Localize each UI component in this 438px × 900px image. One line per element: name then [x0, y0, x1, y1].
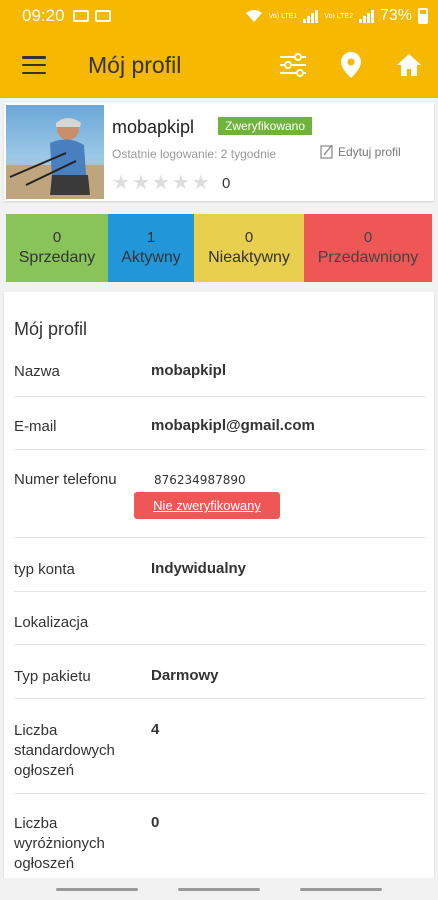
details-heading: Mój profil — [14, 319, 88, 339]
edit-profile-label: Edytuj profil — [338, 144, 401, 159]
edit-profile-button[interactable]: Edytuj profil — [320, 144, 401, 159]
network-1-label: Vo) LTE1 — [268, 12, 298, 20]
detail-value: 4 — [151, 721, 160, 738]
star-icon: ★ — [171, 172, 190, 194]
stat-label: Nieaktywny — [208, 249, 290, 266]
detail-row-standard-ads: Liczba standardowych ogłoszeń 4 — [14, 699, 426, 794]
signal-1-icon — [303, 9, 319, 23]
detail-row-email: E-mail mobapkipl@gmail.com — [14, 397, 426, 450]
stat-count: 0 — [52, 229, 62, 246]
signal-2-icon — [358, 9, 374, 23]
username: mobapkipl — [112, 117, 195, 137]
detail-label: Numer telefonu — [14, 471, 117, 488]
verified-badge: Zweryfikowano — [218, 117, 313, 135]
detail-label: Typ pakietu — [14, 668, 91, 685]
menu-icon[interactable] — [22, 56, 46, 74]
nav-recent-button[interactable] — [56, 888, 138, 891]
home-icon[interactable] — [380, 40, 438, 90]
detail-label: Nazwa — [14, 363, 60, 380]
detail-label: Liczba standardowych ogłoszeń — [14, 722, 115, 779]
gallery-notification-icon — [94, 10, 111, 22]
rating-value: 0 — [222, 175, 231, 192]
stat-label: Przedawniony — [317, 249, 419, 266]
nav-home-button[interactable] — [178, 888, 260, 891]
profile-card: mobapkipl Zweryfikowano Ostatnie logowan… — [4, 103, 434, 201]
detail-value: mobapkipl@gmail.com — [151, 417, 315, 434]
stat-active[interactable]: 1 Aktywny — [108, 214, 194, 282]
wifi-icon — [245, 10, 262, 22]
stat-sold[interactable]: 0 Sprzedany — [6, 214, 108, 282]
star-icon: ★ — [112, 172, 130, 194]
detail-label: typ konta — [14, 561, 75, 578]
detail-row-name: Nazwa mobapkipl — [14, 347, 426, 397]
nav-back-button[interactable] — [300, 888, 382, 891]
detail-label: E-mail — [14, 418, 57, 435]
listing-stats: 0 Sprzedany 1 Aktywny 0 Nieaktywny 0 Prz… — [6, 214, 432, 282]
page-title: Mój profil — [88, 51, 182, 78]
battery-icon — [418, 8, 428, 24]
star-icon: ★ — [151, 172, 170, 194]
stat-count: 0 — [363, 229, 373, 246]
phone-number: 876234987890 — [154, 473, 246, 487]
app-bar-actions — [264, 40, 438, 90]
filter-sliders-icon[interactable] — [264, 40, 322, 90]
detail-row-phone: Numer telefonu 876234987890 Nie zweryfik… — [14, 450, 426, 538]
location-pin-icon[interactable] — [322, 40, 380, 90]
detail-row-package: Typ pakietu Darmowy — [14, 645, 426, 699]
stat-label: Sprzedany — [18, 249, 96, 266]
stat-expired[interactable]: 0 Przedawniony — [304, 214, 432, 282]
system-nav-bar — [0, 878, 438, 900]
youtube-notification-icon — [72, 10, 89, 22]
status-time: 09:20 — [22, 6, 65, 25]
status-bar: 09:20 Vo) LTE1 Vo) LTE2 73% — [0, 0, 438, 32]
detail-label: Lokalizacja — [14, 614, 89, 631]
phone-not-verified-button[interactable]: Nie zweryfikowany — [134, 492, 280, 519]
star-icon: ★ — [191, 172, 210, 194]
detail-row-featured-ads: Liczba wyróżnionych ogłoszeń 0 — [14, 794, 426, 878]
detail-row-account-type: typ konta Indywidualny — [14, 538, 426, 592]
rating-stars: ★ ★ ★ ★ ★ — [112, 173, 210, 193]
network-2-label: Vo) LTE2 — [324, 12, 353, 20]
stat-count: 1 — [146, 229, 156, 246]
stat-inactive[interactable]: 0 Nieaktywny — [194, 214, 304, 282]
detail-value: Indywidualny — [151, 560, 247, 577]
last-login: Ostatnie logowanie: 2 tygodnie — [112, 147, 277, 161]
detail-value: mobapkipl — [151, 362, 227, 379]
battery-percent: 73% — [379, 7, 412, 24]
stat-count: 0 — [244, 229, 254, 246]
detail-value: 0 — [151, 814, 160, 831]
status-right: Vo) LTE1 Vo) LTE2 73% — [245, 7, 428, 25]
detail-label: Liczba wyróżnionych ogłoszeń — [14, 815, 105, 872]
detail-row-location: Lokalizacja — [14, 592, 426, 645]
app-bar: Mój profil — [0, 32, 438, 98]
edit-icon — [320, 144, 333, 159]
avatar[interactable] — [6, 105, 104, 199]
profile-details: Mój profil Nazwa mobapkipl E-mail mobapk… — [4, 292, 434, 878]
star-icon: ★ — [131, 172, 150, 194]
detail-value: Darmowy — [151, 667, 219, 684]
stat-label: Aktywny — [121, 249, 181, 266]
